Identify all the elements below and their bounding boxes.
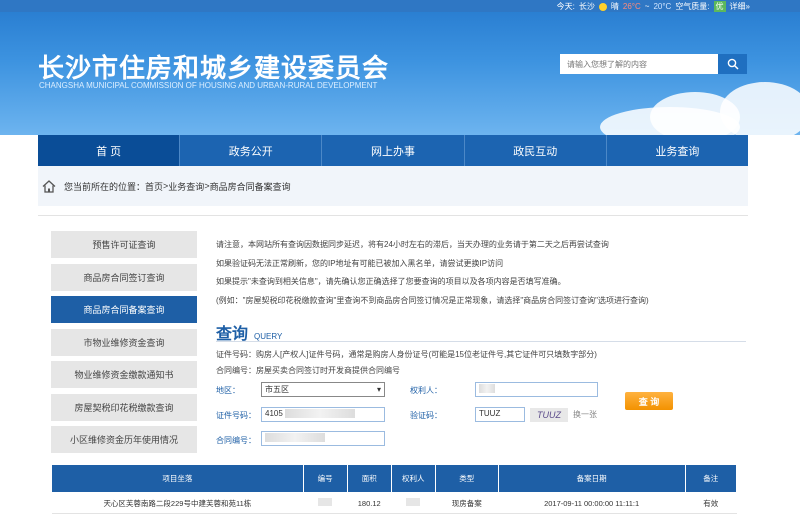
notice-text: 请注意，本网站所有查询因数据同步延迟，将有24小时左右的滞后，当天办理的业务请于…: [216, 236, 756, 310]
query-submit-button[interactable]: 查 询: [625, 392, 673, 410]
owner-label: 权利人：: [410, 386, 442, 395]
query-title-en: QUERY: [254, 332, 283, 341]
contract-number-input[interactable]: [261, 431, 385, 446]
breadcrumb-home-link[interactable]: 首页: [145, 180, 163, 193]
column-header: 类型: [434, 464, 499, 493]
column-header: 备注: [684, 464, 738, 493]
search-input[interactable]: [560, 54, 718, 74]
site-search: [560, 54, 747, 74]
sidebar-item-maintenance-payment-notice[interactable]: 物业维修资金缴款通知书: [51, 361, 197, 388]
temp-separator: ~: [644, 2, 650, 11]
cell-area: 180.12: [347, 492, 392, 514]
district-select[interactable]: 市五区 ▾: [261, 382, 385, 397]
cell-remark: 有效: [685, 492, 737, 514]
sidebar-item-fund-usage-history[interactable]: 小区维修资金历年使用情况: [51, 426, 197, 453]
table-header-row: 项目坐落 编号 面积 权利人 类型 备案日期 备注: [51, 464, 738, 493]
weather-widget: 今天: 长沙 晴 26°C ~ 20°C 空气质量: 优 详细»: [557, 1, 750, 12]
breadcrumb-business-query-link[interactable]: 业务查询: [168, 180, 204, 193]
cell-location: 天心区芙蓉南路二段229号中建芙蓉和苑11栋: [51, 492, 304, 514]
sidebar-item-maintenance-fund[interactable]: 市物业维修资金查询: [51, 328, 197, 356]
site-header: 长沙市住房和城乡建设委员会 CHANGSHA MUNICIPAL COMMISS…: [0, 12, 800, 135]
sidebar-item-presale-permit[interactable]: 预售许可证查询: [51, 231, 197, 258]
column-header: 权利人: [390, 464, 436, 493]
weather-detail-link[interactable]: 详细»: [730, 1, 750, 12]
column-header: 面积: [346, 464, 392, 493]
nav-item-business-query[interactable]: 业务查询: [607, 135, 748, 166]
id-number-input[interactable]: 4105: [261, 407, 385, 422]
chevron-down-icon: ▾: [376, 385, 381, 394]
captcha-input[interactable]: TUUZ: [475, 407, 525, 422]
notice-line: (例如："房屋契税印花税缴款查询"里查询不到商品房合同签订情况是正常现象，请选择…: [216, 295, 649, 305]
redacted-value: [285, 409, 356, 419]
captcha-label: 验证码：: [410, 411, 442, 420]
top-strip: 今天: 长沙 晴 26°C ~ 20°C 空气质量: 优 详细»: [0, 0, 800, 12]
temp-low: 20°C: [653, 2, 672, 11]
id-hint: 证件号码：购房人[产权人]证件号码，通常是购房人身份证号(可能是15位老证件号,…: [216, 350, 597, 359]
redacted-value: [318, 498, 333, 506]
district-selected-value: 市五区: [265, 385, 289, 394]
contract-number-label: 合同编号：: [216, 436, 256, 445]
table-row[interactable]: 天心区芙蓉南路二段229号中建芙蓉和苑11栋 180.12 现房备案 2017-…: [51, 492, 737, 514]
district-label: 地区：: [216, 386, 240, 395]
column-header: 备案日期: [497, 464, 686, 493]
cell-type: 现房备案: [435, 492, 499, 514]
id-number-label: 证件号码：: [216, 411, 256, 420]
notice-line: 如果提示"未查询到相关信息"，请先确认您正确选择了您要查询的项目以及各项内容是否…: [216, 277, 566, 286]
nav-item-online-services[interactable]: 网上办事: [322, 135, 465, 166]
air-quality-badge: 优: [713, 1, 726, 12]
redacted-value: [265, 433, 325, 443]
sidebar-item-deed-tax-query[interactable]: 房屋契税印花税缴款查询: [51, 393, 197, 421]
main-nav: 首 页 政务公开 网上办事 政民互动 业务查询: [38, 135, 748, 166]
search-button[interactable]: [718, 54, 747, 74]
breadcrumb: 您当前所在的位置： 首页 > 业务查询 > 商品房合同备案查询: [38, 166, 748, 206]
result-table: 项目坐落 编号 面积 权利人 类型 备案日期 备注 天心区芙蓉南路二段229号中…: [51, 464, 738, 514]
city-name: 长沙: [578, 2, 595, 11]
id-number-value: 4105: [265, 409, 283, 418]
sidebar: 预售许可证查询 商品房合同签订查询 商品房合同备案查询 市物业维修资金查询 物业…: [51, 231, 197, 459]
nav-item-public-interaction[interactable]: 政民互动: [465, 135, 607, 166]
weather-text: 晴: [610, 2, 619, 11]
query-heading-rule: [216, 341, 746, 342]
temp-high: 26°C: [622, 2, 641, 11]
contract-hint: 合同编号：房屋买卖合同签订时开发商提供合同编号: [216, 366, 400, 375]
redacted-value: [479, 384, 495, 394]
home-icon: [42, 179, 56, 193]
sun-icon: [598, 2, 607, 11]
column-header: 编号: [302, 464, 348, 493]
sidebar-item-contract-signing[interactable]: 商品房合同签订查询: [51, 263, 197, 291]
content-divider: [38, 215, 748, 216]
column-header: 项目坐落: [51, 464, 304, 493]
nav-item-government-affairs[interactable]: 政务公开: [180, 135, 323, 166]
cell-number: [303, 492, 348, 514]
captcha-image[interactable]: TUUZ: [530, 408, 568, 422]
notice-line: 请注意，本网站所有查询因数据同步延迟，将有24小时左右的滞后，当天办理的业务请于…: [216, 240, 609, 249]
owner-input[interactable]: [475, 382, 598, 397]
cell-filing-date: 2017-09-11 00:00:00 11:11:1: [498, 492, 686, 514]
nav-item-home[interactable]: 首 页: [38, 135, 181, 166]
redacted-value: [406, 498, 421, 506]
captcha-refresh-link[interactable]: 换一张: [573, 409, 597, 420]
breadcrumb-current: 商品房合同备案查询: [209, 181, 291, 192]
magnifier-icon: [727, 58, 739, 70]
site-title: 长沙市住房和城乡建设委员会: [38, 54, 390, 84]
cloud-decoration: [720, 82, 800, 135]
site-subtitle: CHANGSHA MUNICIPAL COMMISSION OF HOUSING…: [39, 81, 378, 90]
breadcrumb-prefix: 您当前所在的位置：: [64, 181, 146, 192]
cell-owner: [391, 492, 436, 514]
notice-line: 如果验证码无法正常刷新，您的IP地址有可能已被加入黑名单，请尝试更换IP访问: [216, 258, 504, 268]
air-quality-label: 空气质量:: [675, 2, 710, 11]
today-label: 今天:: [556, 2, 575, 11]
sidebar-item-contract-filing[interactable]: 商品房合同备案查询: [51, 296, 197, 323]
